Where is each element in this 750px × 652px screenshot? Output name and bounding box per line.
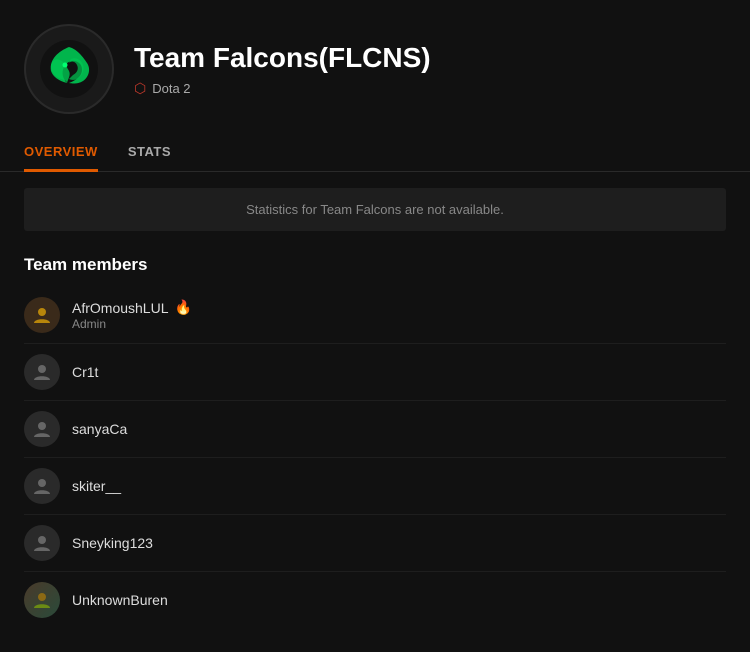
list-item[interactable]: UnknownBuren <box>24 572 726 628</box>
member-name: UnknownBuren <box>72 592 168 608</box>
user-icon <box>32 533 52 553</box>
team-members-title: Team members <box>24 255 726 275</box>
list-item[interactable]: skiter__ <box>24 458 726 515</box>
fire-icon: 🔥 <box>174 299 191 316</box>
member-info: skiter__ <box>72 478 121 494</box>
member-name: skiter__ <box>72 478 121 494</box>
tab-stats[interactable]: STATS <box>128 134 171 172</box>
game-info: ⬡ Dota 2 <box>134 80 431 97</box>
member-info: Sneyking123 <box>72 535 153 551</box>
team-logo <box>24 24 114 114</box>
user-icon <box>32 476 52 496</box>
team-logo-icon <box>39 39 99 99</box>
list-item[interactable]: AfrOmoushLUL 🔥 Admin <box>24 287 726 344</box>
nav-tabs: OVERVIEW STATS <box>0 134 750 172</box>
list-item[interactable]: sanyaCa <box>24 401 726 458</box>
dota-icon: ⬡ <box>134 80 146 97</box>
avatar <box>24 411 60 447</box>
stats-banner: Statistics for Team Falcons are not avai… <box>24 188 726 231</box>
avatar <box>24 525 60 561</box>
member-name: Sneyking123 <box>72 535 153 551</box>
page-header: Team Falcons(FLCNS) ⬡ Dota 2 <box>0 0 750 134</box>
stats-message: Statistics for Team Falcons are not avai… <box>246 202 504 217</box>
user-icon <box>32 590 52 610</box>
member-name-row: AfrOmoushLUL 🔥 <box>72 299 192 316</box>
team-members-section: Team members AfrOmoushLUL 🔥 Admin Cr1t <box>0 247 750 652</box>
list-item[interactable]: Cr1t <box>24 344 726 401</box>
avatar <box>24 468 60 504</box>
avatar <box>24 354 60 390</box>
member-info: UnknownBuren <box>72 592 168 608</box>
member-role: Admin <box>72 317 192 331</box>
avatar <box>24 297 60 333</box>
member-info: sanyaCa <box>72 421 127 437</box>
member-name: sanyaCa <box>72 421 127 437</box>
member-name: AfrOmoushLUL <box>72 300 168 316</box>
member-info: AfrOmoushLUL 🔥 Admin <box>72 299 192 331</box>
game-name: Dota 2 <box>152 81 190 96</box>
member-info: Cr1t <box>72 364 98 380</box>
list-item[interactable]: Sneyking123 <box>24 515 726 572</box>
team-name: Team Falcons(FLCNS) <box>134 42 431 74</box>
member-name: Cr1t <box>72 364 98 380</box>
tab-overview[interactable]: OVERVIEW <box>24 134 98 172</box>
user-icon <box>32 305 52 325</box>
avatar <box>24 582 60 618</box>
team-info: Team Falcons(FLCNS) ⬡ Dota 2 <box>134 42 431 97</box>
user-icon <box>32 419 52 439</box>
user-icon <box>32 362 52 382</box>
